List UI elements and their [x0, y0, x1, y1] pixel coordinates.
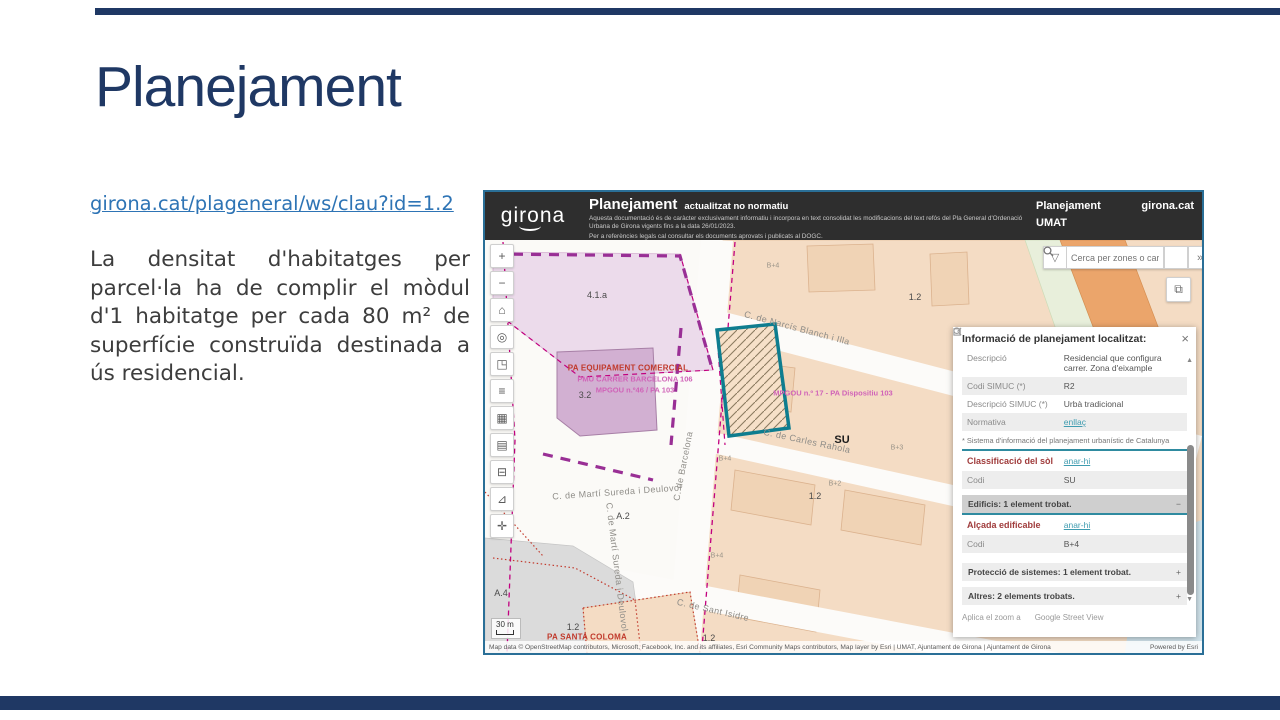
- pan-button[interactable]: ✛: [490, 514, 514, 538]
- table-row: Codi SU: [962, 471, 1187, 489]
- locate-button[interactable]: ◎: [490, 325, 514, 349]
- header-right-title: Planejament: [1036, 198, 1101, 215]
- group-classificacio: Classificació del sòl anar-hi Codi SU: [962, 449, 1187, 489]
- google-streetview-link[interactable]: Google Street View: [1035, 613, 1104, 622]
- search-widget: ▽ »: [1043, 246, 1202, 269]
- search-expand-button[interactable]: »: [1188, 246, 1202, 269]
- apply-zoom-link[interactable]: Aplica el zoom a: [962, 613, 1021, 622]
- map-label: 1.2: [909, 292, 922, 302]
- section-proteccio[interactable]: Protecció de sistemes: 1 element trobat.…: [962, 563, 1187, 581]
- search-input[interactable]: [1067, 246, 1164, 269]
- map-label: MPGOU n.º 17 - PA Dispositiu 103: [773, 389, 892, 398]
- map-label: 4.1.a: [587, 290, 607, 300]
- print-button[interactable]: ⊟: [490, 460, 514, 484]
- info-panel: Informació de planejament localitzat: × …: [953, 327, 1196, 637]
- app-header: girona Planejament actualitzat no normat…: [485, 192, 1202, 240]
- map-label: 3.2: [579, 390, 592, 400]
- page-title: Planejament: [95, 54, 401, 120]
- scale-rule: [496, 630, 514, 635]
- map-toolbar: + − ⌂ ◎ ◳ ≡ ▦ ▤ ⊟ ⊿ ✛: [490, 244, 514, 538]
- info-panel-title: Informació de planejament localitzat:: [953, 327, 1196, 349]
- selected-parcel: [717, 324, 789, 436]
- table-row: Descripció SIMUC (*) Urbà tradicional: [962, 395, 1187, 413]
- slide-paragraph: La densitat d'habitatges per parcel·la h…: [90, 246, 470, 389]
- app-subtitle: actualitzat no normatiu: [684, 201, 788, 212]
- panel-footer: Aplica el zoom a Google Street View: [953, 605, 1196, 630]
- close-icon[interactable]: ×: [1181, 331, 1189, 346]
- map-label: B+3: [891, 445, 904, 452]
- layers-button[interactable]: ▤: [490, 433, 514, 457]
- anar-hi-link[interactable]: anar-hi: [1064, 520, 1090, 530]
- header-disclaimer-1: Aquesta documentació és de caràcter excl…: [589, 215, 1028, 231]
- map-canvas[interactable]: 4.1.a3.2A.2A.4SUPA EQUIPAMENT COMERCIALP…: [485, 240, 1202, 653]
- expand-icon[interactable]: +: [1176, 567, 1181, 577]
- map-label: B+4: [767, 263, 780, 270]
- table-row: Codi SIMUC (*) R2: [962, 377, 1187, 395]
- table-row: Descripció Residencial que configura car…: [962, 349, 1187, 377]
- normativa-link[interactable]: enllaç: [1064, 417, 1182, 427]
- measure-button[interactable]: ⊿: [490, 487, 514, 511]
- section-edificis[interactable]: Edificis: 1 element trobat. −: [962, 495, 1187, 513]
- search-button[interactable]: [1164, 246, 1188, 269]
- app-title: Planejament: [589, 196, 677, 213]
- oblique-view-button[interactable]: ⧉: [1166, 277, 1191, 302]
- panel-footnote: * Sistema d'informació del planejament u…: [953, 431, 1196, 449]
- map-label: A.4: [494, 588, 508, 598]
- fullscreen-button[interactable]: ◳: [490, 352, 514, 376]
- expand-icon[interactable]: +: [1176, 591, 1181, 601]
- scroll-up-icon[interactable]: ▲: [1186, 357, 1193, 364]
- map-label: A.2: [616, 511, 630, 521]
- legend-button[interactable]: ≡: [490, 379, 514, 403]
- map-label: B+4: [719, 456, 732, 463]
- map-label: B+2: [829, 481, 842, 488]
- header-right-site[interactable]: girona.cat: [1141, 198, 1194, 215]
- map-label: PMU CARRER BARCELONA 106: [577, 375, 692, 384]
- panel-scrollbar[interactable]: [1187, 445, 1194, 595]
- slide-hyperlink[interactable]: girona.cat/plageneral/ws/clau?id=1.2: [90, 192, 454, 215]
- scroll-down-icon[interactable]: ▼: [1186, 596, 1193, 603]
- anar-hi-link[interactable]: anar-hi: [1064, 456, 1090, 466]
- top-accent-bar: [95, 8, 1280, 15]
- header-right-org: UMAT: [1036, 215, 1194, 232]
- map-label: 1.2: [567, 622, 580, 632]
- girona-logo[interactable]: girona: [485, 192, 581, 240]
- zoom-out-button[interactable]: −: [490, 271, 514, 295]
- powered-by-esri: Powered by Esri: [1150, 644, 1198, 651]
- basemap-gallery-button[interactable]: ▦: [490, 406, 514, 430]
- table-row: Normativa enllaç: [962, 413, 1187, 431]
- logo-smile-icon: [519, 221, 541, 231]
- scale-bar: 30 m: [491, 618, 521, 639]
- zoom-in-button[interactable]: +: [490, 244, 514, 268]
- collapse-icon[interactable]: −: [1176, 499, 1181, 509]
- map-label: MPGOU n.º46 / PA 103: [596, 386, 675, 395]
- search-icon: [1043, 246, 1054, 257]
- group-alcada: Alçada edificable anar-hi Codi B+4: [962, 513, 1187, 553]
- bottom-accent-bar: [0, 696, 1280, 710]
- map-label: B+4: [711, 553, 724, 560]
- section-altres[interactable]: Altres: 2 elements trobats. +: [962, 587, 1187, 605]
- streetview-icon: [953, 327, 962, 336]
- map-label: PA EQUIPAMENT COMERCIAL: [568, 364, 688, 373]
- table-row: Codi B+4: [962, 535, 1187, 553]
- planejament-app-window: girona Planejament actualitzat no normat…: [483, 190, 1204, 655]
- home-button[interactable]: ⌂: [490, 298, 514, 322]
- map-label: 1.2: [809, 491, 822, 501]
- map-attribution: Map data © OpenStreetMap contributors, M…: [485, 641, 1202, 653]
